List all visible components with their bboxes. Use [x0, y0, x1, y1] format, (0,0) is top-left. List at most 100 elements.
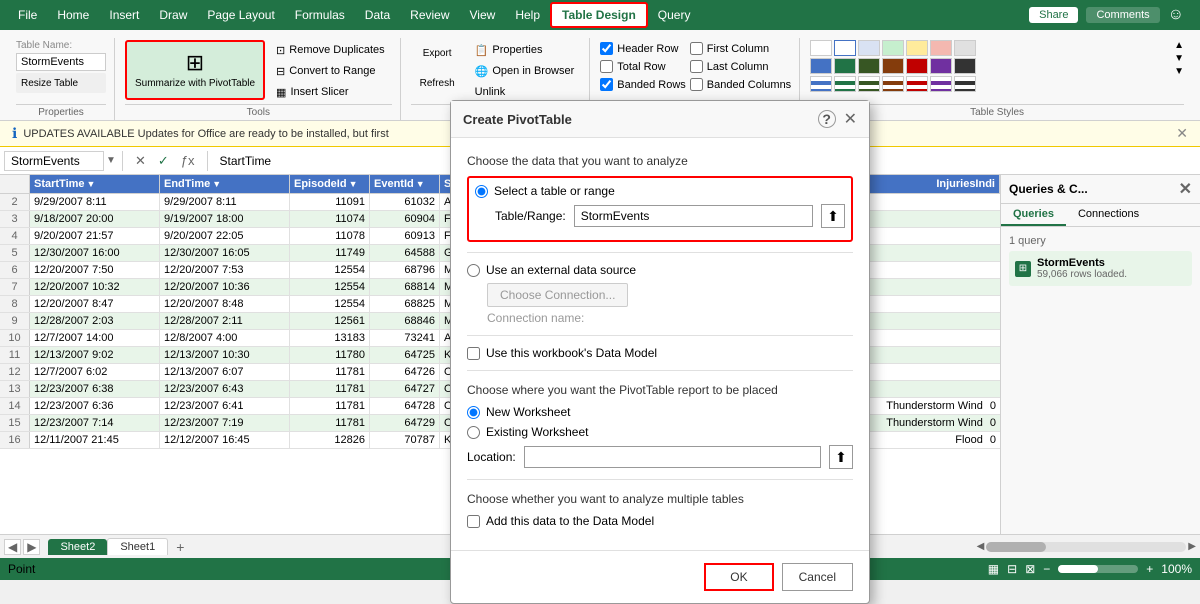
styles-expand[interactable]: ▼ — [1174, 66, 1184, 77]
convert-to-range-button[interactable]: ⊟ Convert to Range — [269, 61, 392, 81]
style-4[interactable] — [906, 40, 928, 56]
style-16[interactable] — [858, 76, 880, 92]
location-input[interactable] — [524, 446, 821, 468]
tab-scroll-right[interactable]: ▶ — [23, 539, 40, 555]
export-button[interactable]: Export — [411, 40, 464, 68]
view-layout-icon[interactable]: ⊟ — [1007, 562, 1017, 576]
endtime-dropdown-icon[interactable]: ▼ — [212, 179, 221, 189]
cancel-button[interactable]: Cancel — [782, 563, 853, 591]
style-19[interactable] — [930, 76, 952, 92]
tab-queries[interactable]: Queries — [1001, 204, 1066, 226]
style-13[interactable] — [954, 58, 976, 74]
style-17[interactable] — [882, 76, 904, 92]
menu-file[interactable]: File — [8, 4, 47, 26]
data-model-checkbox[interactable] — [467, 347, 480, 360]
sheet-tab-sheet2[interactable]: Sheet2 — [48, 539, 107, 555]
choose-connection-button[interactable]: Choose Connection... — [487, 283, 628, 307]
modal-close-icon[interactable]: ✕ — [844, 109, 857, 129]
hscroll-track[interactable] — [986, 542, 1186, 552]
zoom-out-icon[interactable]: − — [1043, 562, 1050, 576]
styles-scroll-up[interactable]: ▲ — [1174, 40, 1184, 51]
table-range-input[interactable] — [574, 205, 813, 227]
first-col-checkbox[interactable] — [690, 42, 703, 55]
ok-button[interactable]: OK — [704, 563, 773, 591]
update-close-icon[interactable]: ✕ — [1176, 125, 1188, 142]
style-9[interactable] — [858, 58, 880, 74]
zoom-slider[interactable] — [1058, 565, 1138, 573]
style-1[interactable] — [834, 40, 856, 56]
table-range-upload-btn[interactable]: ⬆ — [821, 204, 845, 228]
view-normal-icon[interactable]: ▦ — [988, 562, 999, 576]
summarize-pivottable-button[interactable]: ⊞ Summarize with PivotTable — [125, 40, 265, 100]
menu-draw[interactable]: Draw — [149, 4, 197, 26]
unlink-button[interactable]: Unlink — [468, 82, 582, 102]
insert-slicer-button[interactable]: ▦ Insert Slicer — [269, 82, 392, 102]
radio-table-range[interactable] — [475, 185, 488, 198]
refresh-button[interactable]: Refresh — [411, 70, 464, 98]
header-row-checkbox[interactable] — [600, 42, 613, 55]
name-box[interactable]: StormEvents — [4, 151, 104, 171]
zoom-in-icon[interactable]: + — [1146, 562, 1153, 576]
hscroll-left-icon[interactable]: ◀ — [977, 541, 985, 552]
style-12[interactable] — [930, 58, 952, 74]
style-14[interactable] — [810, 76, 832, 92]
style-6[interactable] — [954, 40, 976, 56]
radio-existing-ws[interactable] — [467, 426, 480, 439]
menu-home[interactable]: Home — [47, 4, 99, 26]
total-row-checkbox[interactable] — [600, 60, 613, 73]
menu-help[interactable]: Help — [505, 4, 550, 26]
comments-button[interactable]: Comments — [1086, 7, 1159, 23]
modal-help-icon[interactable]: ? — [818, 110, 836, 128]
location-upload-btn[interactable]: ⬆ — [829, 445, 853, 469]
last-col-checkbox[interactable] — [690, 60, 703, 73]
style-11[interactable] — [906, 58, 928, 74]
style-7[interactable] — [810, 58, 832, 74]
sheet-tab-sheet1[interactable]: Sheet1 — [107, 538, 168, 555]
insert-function-icon[interactable]: ƒx — [177, 153, 199, 168]
share-button[interactable]: Share — [1029, 7, 1078, 23]
sheet-add-button[interactable]: + — [168, 537, 192, 557]
menu-table-design[interactable]: Table Design — [550, 2, 648, 28]
style-2[interactable] — [858, 40, 880, 56]
tab-connections[interactable]: Connections — [1066, 204, 1151, 226]
menu-formulas[interactable]: Formulas — [285, 4, 355, 26]
add-data-model-checkbox[interactable] — [467, 515, 480, 528]
query-item-stormevents[interactable]: ⊞ StormEvents 59,066 rows loaded. — [1009, 251, 1192, 286]
style-8[interactable] — [834, 58, 856, 74]
menu-view[interactable]: View — [460, 4, 506, 26]
open-browser-button[interactable]: 🌐 Open in Browser — [468, 61, 582, 81]
tab-scroll-left[interactable]: ◀ — [4, 539, 21, 555]
style-3[interactable] — [882, 40, 904, 56]
remove-duplicates-button[interactable]: ⊡ Remove Duplicates — [269, 40, 392, 60]
resize-table-button[interactable]: Resize Table — [16, 73, 106, 93]
radio-external-data[interactable] — [467, 264, 480, 277]
menu-data[interactable]: Data — [355, 4, 400, 26]
episodeid-dropdown-icon[interactable]: ▼ — [349, 179, 358, 189]
panel-close-icon[interactable]: ✕ — [1179, 179, 1192, 199]
zoom-level: 100% — [1161, 562, 1192, 576]
style-none[interactable] — [810, 40, 832, 56]
cancel-formula-icon[interactable]: ✕ — [131, 153, 150, 169]
menu-page-layout[interactable]: Page Layout — [197, 4, 284, 26]
style-10[interactable] — [882, 58, 904, 74]
style-15[interactable] — [834, 76, 856, 92]
style-5[interactable] — [930, 40, 952, 56]
hscroll-right-icon[interactable]: ▶ — [1188, 541, 1196, 552]
name-box-dropdown-icon[interactable]: ▼ — [106, 155, 116, 166]
banded-rows-checkbox[interactable] — [600, 78, 613, 91]
starttime-dropdown-icon[interactable]: ▼ — [87, 179, 96, 189]
banded-cols-checkbox[interactable] — [690, 78, 703, 91]
query-rows: 59,066 rows loaded. — [1037, 269, 1127, 280]
style-18[interactable] — [906, 76, 928, 92]
view-page-break-icon[interactable]: ⊠ — [1025, 562, 1035, 576]
styles-scroll-down[interactable]: ▼ — [1174, 53, 1184, 64]
confirm-formula-icon[interactable]: ✓ — [154, 153, 173, 169]
eventid-dropdown-icon[interactable]: ▼ — [416, 179, 425, 189]
table-name-input[interactable] — [16, 53, 106, 71]
menu-insert[interactable]: Insert — [99, 4, 149, 26]
radio-new-ws[interactable] — [467, 406, 480, 419]
style-20[interactable] — [954, 76, 976, 92]
properties-button[interactable]: 📋 Properties — [468, 40, 582, 60]
menu-query[interactable]: Query — [648, 4, 701, 26]
menu-review[interactable]: Review — [400, 4, 459, 26]
